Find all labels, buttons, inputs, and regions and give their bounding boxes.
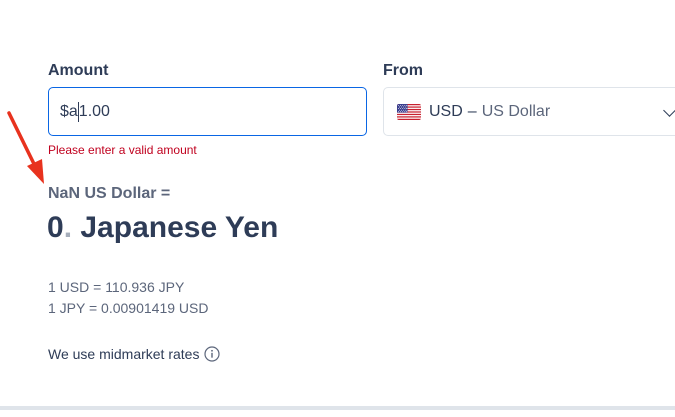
from-currency-code: USD: [429, 102, 463, 120]
from-currency-dash: –: [467, 102, 477, 120]
amount-error-message: Please enter a valid amount: [48, 143, 197, 157]
amount-value-suffix: 1.00: [78, 102, 110, 120]
from-currency-select[interactable]: USD – US Dollar: [383, 87, 675, 136]
info-icon[interactable]: [204, 346, 221, 362]
midmarket-note: We use midmarket rates: [48, 346, 221, 362]
result-to-currency: Japanese Yen: [80, 211, 279, 244]
result-from-text: NaN US Dollar =: [48, 185, 171, 202]
amount-input[interactable]: $a 1.00: [48, 87, 367, 136]
chevron-down-icon[interactable]: [663, 104, 675, 117]
rate-usd-to-jpy: 1 USD = 110.936 JPY: [48, 279, 185, 295]
result-to-text: 0. Japanese Yen: [47, 211, 278, 245]
from-label: From: [383, 62, 423, 79]
us-flag-icon: [397, 103, 421, 120]
from-currency-name: US Dollar: [481, 102, 551, 120]
converter-card: Amount $a 1.00 Please enter a valid amoun…: [0, 0, 675, 410]
rate-jpy-to-usd: 1 JPY = 0.00901419 USD: [48, 300, 209, 316]
currency-converter-page: Amount $a 1.00 Please enter a valid amoun…: [0, 0, 675, 417]
result-decimal-separator: .: [63, 211, 73, 244]
amount-value-prefix: $a: [60, 102, 78, 120]
result-to-number: 0: [47, 211, 64, 244]
midmarket-text: We use midmarket rates: [48, 346, 200, 362]
amount-label: Amount: [48, 62, 109, 79]
